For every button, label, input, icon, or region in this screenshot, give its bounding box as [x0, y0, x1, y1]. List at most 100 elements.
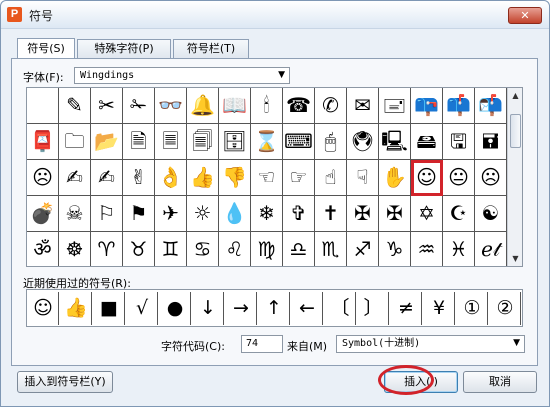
recent-symbol-cell[interactable]: ¥ — [424, 292, 455, 325]
recent-symbol-cell[interactable]: 〕 — [358, 292, 389, 325]
symbol-cell[interactable]: ⌛ — [251, 124, 283, 160]
symbol-cell[interactable]: ❄ — [251, 196, 283, 232]
symbol-cell[interactable]: ✆ — [315, 88, 347, 124]
symbol-cell[interactable]: ☜ — [251, 160, 283, 196]
symbol-cell[interactable]: ♊ — [155, 232, 187, 266]
font-select[interactable]: Wingdings ▼ — [74, 67, 290, 84]
symbol-cell[interactable] — [27, 88, 59, 124]
symbol-cell[interactable]: 😐 — [443, 160, 475, 196]
close-button[interactable]: ✕ — [508, 7, 542, 24]
symbol-cell[interactable]: 💧 — [219, 196, 251, 232]
symbol-cell[interactable]: ✉ — [347, 88, 379, 124]
symbol-cell[interactable]: ♓ — [443, 232, 475, 266]
symbol-cell[interactable]: ✌ — [123, 160, 155, 196]
symbol-cell[interactable]: ⚐ — [91, 196, 123, 232]
symbol-cell[interactable]: 👍 — [187, 160, 219, 196]
recent-symbol-cell[interactable]: ■ — [94, 292, 125, 325]
symbol-cell[interactable]: 📫 — [443, 88, 475, 124]
symbol-cell[interactable]: 🖫 — [443, 124, 475, 160]
recent-symbol-cell[interactable]: 👍 — [61, 292, 92, 325]
symbol-cell[interactable]: 🗀 — [59, 124, 91, 160]
symbol-cell[interactable]: 📮 — [27, 124, 59, 160]
from-select[interactable]: Symbol(十进制) ▼ — [336, 335, 525, 353]
symbol-cell[interactable]: 👎 — [219, 160, 251, 196]
tab-symbol-bar[interactable]: 符号栏(T) — [173, 39, 249, 59]
symbol-cell[interactable]: ☞ — [283, 160, 315, 196]
recent-symbol-cell[interactable]: 〔 — [325, 292, 356, 325]
symbol-cell[interactable]: 👌 — [155, 160, 187, 196]
symbol-cell[interactable]: 🖳 — [379, 124, 411, 160]
recent-symbol-cell[interactable]: ● — [160, 292, 191, 325]
symbol-cell[interactable]: 🗎 — [123, 124, 155, 160]
symbol-cell[interactable]: ♎ — [283, 232, 315, 266]
symbol-cell[interactable]: 💣 — [27, 196, 59, 232]
symbol-cell[interactable]: 🖲 — [347, 124, 379, 160]
symbol-cell[interactable]: ♌ — [219, 232, 251, 266]
symbol-cell[interactable]: ♒ — [411, 232, 443, 266]
grid-scrollbar[interactable]: ▲ ▼ — [507, 88, 522, 266]
symbol-cell[interactable]: 🕯 — [251, 88, 283, 124]
symbol-cell[interactable]: ✋ — [379, 160, 411, 196]
symbol-cell[interactable]: ☺ — [411, 160, 443, 196]
symbol-cell[interactable]: ✁ — [123, 88, 155, 124]
symbol-cell[interactable]: ♋ — [187, 232, 219, 266]
symbol-cell[interactable]: ♍ — [251, 232, 283, 266]
recent-symbol-cell[interactable]: ☺ — [28, 292, 59, 325]
symbol-cell[interactable]: 🗏 — [155, 124, 187, 160]
symbol-cell[interactable]: ✝ — [315, 196, 347, 232]
insert-to-symbol-bar-button[interactable]: 插入到符号栏(Y) — [17, 371, 113, 393]
symbol-cell[interactable]: 🗐 — [187, 124, 219, 160]
recent-symbol-cell[interactable]: → — [226, 292, 257, 325]
symbol-cell[interactable]: ☯ — [475, 196, 507, 232]
symbol-cell[interactable]: ☹ — [475, 160, 507, 196]
symbol-cell[interactable]: ☼ — [187, 196, 219, 232]
recent-symbol-cell[interactable]: ② — [490, 292, 521, 325]
symbol-cell[interactable]: 🖱 — [315, 124, 347, 160]
symbol-cell[interactable]: 📂 — [91, 124, 123, 160]
symbol-cell[interactable]: ✈ — [155, 196, 187, 232]
recent-symbol-cell[interactable]: ≠ — [391, 292, 422, 325]
symbol-cell[interactable]: ♈ — [91, 232, 123, 266]
recent-symbol-cell[interactable]: ↓ — [193, 292, 224, 325]
tab-symbols[interactable]: 符号(S) — [17, 38, 75, 59]
symbol-cell[interactable]: 📪 — [411, 88, 443, 124]
symbol-cell[interactable]: ♑ — [379, 232, 411, 266]
symbol-cell[interactable]: 📬 — [475, 88, 507, 124]
symbol-cell[interactable]: ☎ — [283, 88, 315, 124]
scroll-up-icon[interactable]: ▲ — [508, 88, 522, 103]
symbol-cell[interactable]: ℯ𝓉 — [475, 232, 507, 266]
symbol-cell[interactable]: ♐ — [347, 232, 379, 266]
recent-symbol-cell[interactable]: ↑ — [259, 292, 290, 325]
symbol-cell[interactable]: ♏ — [315, 232, 347, 266]
symbol-cell[interactable]: ✠ — [347, 196, 379, 232]
symbol-cell[interactable]: 📖 — [219, 88, 251, 124]
symbol-cell[interactable]: 🖴 — [411, 124, 443, 160]
symbol-cell[interactable]: ✎ — [59, 88, 91, 124]
recent-symbol-cell[interactable]: √ — [127, 292, 158, 325]
symbol-cell[interactable]: 🗄 — [219, 124, 251, 160]
symbol-cell[interactable]: ✂ — [91, 88, 123, 124]
symbol-cell[interactable]: ☹ — [27, 160, 59, 196]
symbol-cell[interactable]: ☟ — [347, 160, 379, 196]
symbol-cell[interactable]: ✍ — [59, 160, 91, 196]
symbol-cell[interactable]: ♉ — [123, 232, 155, 266]
symbol-cell[interactable]: ⌨ — [283, 124, 315, 160]
symbol-cell[interactable]: ✍ — [91, 160, 123, 196]
symbol-cell[interactable]: 🖃 — [379, 88, 411, 124]
title-bar[interactable]: P 符号 ✕ — [1, 1, 549, 29]
recent-symbol-cell[interactable]: ← — [292, 292, 323, 325]
symbol-cell[interactable]: ⚑ — [123, 196, 155, 232]
symbol-cell[interactable]: ☪ — [443, 196, 475, 232]
symbol-cell[interactable]: ☠ — [59, 196, 91, 232]
symbol-cell[interactable]: ☝ — [315, 160, 347, 196]
symbol-cell[interactable]: ✡ — [411, 196, 443, 232]
tab-special-characters[interactable]: 特殊字符(P) — [77, 39, 171, 59]
symbol-cell[interactable]: ✞ — [283, 196, 315, 232]
scroll-down-icon[interactable]: ▼ — [508, 251, 522, 266]
symbol-cell[interactable]: 👓 — [155, 88, 187, 124]
cancel-button[interactable]: 取消 — [463, 371, 537, 393]
symbol-cell[interactable]: ☸ — [59, 232, 91, 266]
symbol-cell[interactable]: 🖬 — [475, 124, 507, 160]
symbol-cell[interactable]: ॐ — [27, 232, 59, 266]
symbol-cell[interactable]: 🔔 — [187, 88, 219, 124]
